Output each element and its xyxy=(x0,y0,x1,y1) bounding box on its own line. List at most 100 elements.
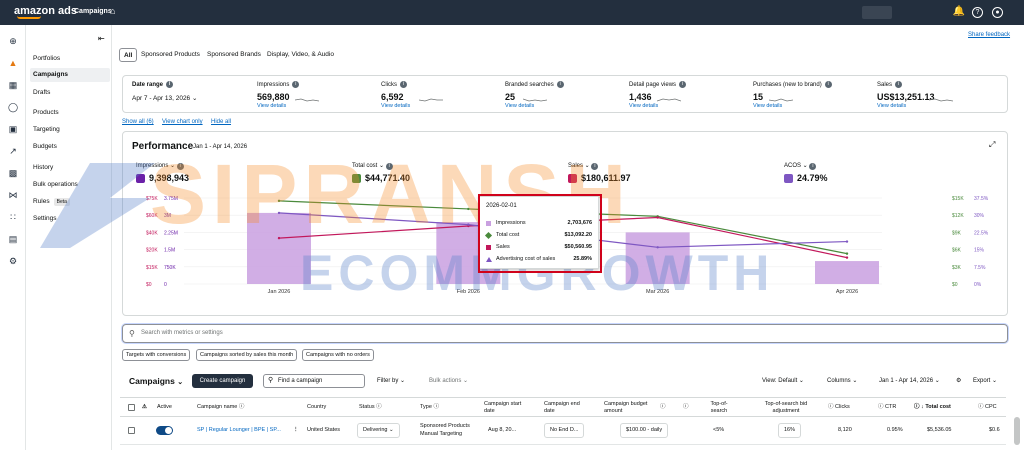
tab-sponsored-brands[interactable]: Sponsored Brands xyxy=(203,48,265,62)
settings-icon[interactable]: ⚙ xyxy=(7,255,19,267)
perf-metric-total-cost[interactable]: Total cost ⌄ i $44,771.40 xyxy=(352,162,410,184)
filter-by-dropdown[interactable]: Filter by ⌄ xyxy=(377,377,405,384)
active-toggle[interactable] xyxy=(156,426,173,435)
campaigns-title[interactable]: Campaigns ⌄ xyxy=(129,376,183,386)
header-active[interactable]: Active xyxy=(157,404,172,411)
info-icon: i xyxy=(824,81,832,88)
tab-display-video-audio[interactable]: Display, Video, & Audio xyxy=(263,48,338,62)
header-total-cost[interactable]: ⓘ ↓ Total cost xyxy=(914,404,951,411)
home-icon[interactable]: ⌂ xyxy=(110,6,115,16)
end-date-cell[interactable]: No End D... xyxy=(544,423,585,438)
total-cost-line-point xyxy=(277,199,281,203)
x-tick-label: Mar 2026 xyxy=(646,289,669,295)
expand-icon[interactable]: ⤢ xyxy=(989,140,995,150)
user-icon[interactable]: ● xyxy=(992,7,1003,18)
more-options-icon[interactable]: ⋮ xyxy=(293,427,299,433)
chart-line-icon[interactable]: ↗ xyxy=(7,145,19,157)
section-title[interactable]: Campaigns xyxy=(74,8,112,15)
header-status[interactable]: Status ⓘ xyxy=(359,404,382,411)
view-dropdown[interactable]: View: Default ⌄ xyxy=(762,377,804,384)
bar-chart-icon[interactable]: ▩ xyxy=(7,167,19,179)
nav-rules[interactable]: Rules Beta xyxy=(33,198,70,206)
nav-targeting[interactable]: Targeting xyxy=(33,126,60,133)
header-start-date[interactable]: Campaign start date xyxy=(484,401,524,415)
header-country[interactable]: Country xyxy=(307,404,326,411)
tos-cell: <5% xyxy=(713,427,725,433)
nav-portfolios[interactable]: Portfolios xyxy=(33,55,60,62)
metrics-search[interactable]: ⚲ Search with metrics or settings xyxy=(122,324,1008,343)
status-dropdown[interactable]: Delivering ⌄ xyxy=(357,423,400,438)
date-range-metric[interactable]: Date range i Apr 7 - Apr 13, 2026 ⌄ xyxy=(132,81,197,102)
nav-budgets[interactable]: Budgets xyxy=(33,143,57,150)
apps-icon[interactable]: ∷ xyxy=(7,211,19,223)
grid-icon[interactable]: ▦ xyxy=(7,79,19,91)
create-campaign-button[interactable]: Create campaign xyxy=(192,374,253,388)
view-chart-only-link[interactable]: View chart only xyxy=(162,119,203,125)
nav-bulk-operations[interactable]: Bulk operations xyxy=(33,181,78,188)
collapse-nav-icon[interactable]: ⇤ xyxy=(98,34,105,43)
columns-dropdown[interactable]: Columns ⌄ xyxy=(827,377,857,384)
show-all-link[interactable]: Show all (6) xyxy=(122,119,154,125)
briefcase-icon[interactable]: ▤ xyxy=(7,233,19,245)
info-icon: i xyxy=(400,81,407,88)
sparkline xyxy=(657,98,681,102)
row-checkbox[interactable] xyxy=(128,427,135,434)
image-icon[interactable]: ▣ xyxy=(7,123,19,135)
metric-purchases[interactable]: Purchases (new to brand) i 15 View detail… xyxy=(753,81,832,109)
tab-all[interactable]: All xyxy=(119,48,138,62)
metric-clicks[interactable]: Clicks i 6,592 View details xyxy=(381,81,443,109)
nav-products[interactable]: Products xyxy=(33,109,59,116)
date-range-dropdown[interactable]: Jan 1 - Apr 14, 2026 ⌄ xyxy=(879,377,940,384)
shield-icon[interactable]: ◯ xyxy=(7,101,19,113)
summary-metrics: Date range i Apr 7 - Apr 13, 2026 ⌄ Impre… xyxy=(122,75,1008,113)
select-all-checkbox[interactable] xyxy=(128,404,135,411)
start-date-cell[interactable]: Aug 8, 20... xyxy=(488,427,516,433)
metric-sales[interactable]: Sales i US$13,251.13 View details xyxy=(877,81,953,109)
chip-targets-with-conversions[interactable]: Targets with conversions xyxy=(122,349,191,361)
perf-metric-impressions[interactable]: Impressions ⌄ i 9,398,943 xyxy=(136,162,189,184)
nav-drafts[interactable]: Drafts xyxy=(33,89,50,96)
y-tick-label-sales: $40K xyxy=(146,230,158,236)
header-campaign-name[interactable]: Campaign name ⓘ xyxy=(197,404,244,411)
perf-metric-sales[interactable]: Sales ⌄ i $180,611.97 xyxy=(568,162,631,184)
budget-cell[interactable]: $100.00 - daily xyxy=(620,423,669,438)
tab-sponsored-products[interactable]: Sponsored Products xyxy=(137,48,204,62)
table-row[interactable]: SP | Regular Lounger | BPE | SP... ⋮ Uni… xyxy=(120,417,1006,445)
impressions-bar xyxy=(247,212,311,284)
perf-metric-acos[interactable]: ACOS ⌄ i 24.79% xyxy=(784,162,828,184)
header-top-of-search[interactable]: Top-of-search xyxy=(704,401,734,415)
header-ctr[interactable]: ⓘ CTR xyxy=(878,404,896,411)
header-type[interactable]: Type ⓘ xyxy=(420,404,439,411)
account-selector[interactable] xyxy=(862,6,892,19)
header-tos-bid[interactable]: Top-of-search bid adjustment xyxy=(756,401,816,415)
share-feedback-link[interactable]: Share feedback xyxy=(968,32,1010,38)
chip-no-orders[interactable]: Campaigns with no orders xyxy=(302,349,374,361)
gear-icon[interactable]: ⚙ xyxy=(956,377,961,384)
find-campaign-input[interactable]: ⚲ Find a campaign xyxy=(263,374,365,388)
header-budget[interactable]: Campaign budget amount xyxy=(604,401,650,415)
export-dropdown[interactable]: Export ⌄ xyxy=(973,377,997,384)
network-icon[interactable]: ⋈ xyxy=(7,189,19,201)
bulk-actions-dropdown[interactable]: Bulk actions ⌄ xyxy=(429,377,468,384)
help-icon[interactable]: ? xyxy=(972,7,983,18)
x-tick-label: Feb 2026 xyxy=(457,289,480,295)
scrollbar[interactable] xyxy=(1014,417,1020,445)
plus-icon[interactable]: ⊕ xyxy=(7,35,19,47)
nav-history[interactable]: History xyxy=(33,164,53,171)
megaphone-icon[interactable]: ▲ xyxy=(7,57,19,69)
chip-sorted-by-sales[interactable]: Campaigns sorted by sales this month xyxy=(196,349,298,361)
search-input[interactable]: Search with metrics or settings xyxy=(141,330,223,336)
metric-detail-page-views[interactable]: Detail page views i 1,436 View details xyxy=(629,81,687,109)
hide-all-link[interactable]: Hide all xyxy=(211,119,231,125)
amazon-ads-logo[interactable]: amazon ads xyxy=(14,5,77,19)
header-end-date[interactable]: Campaign end date xyxy=(544,401,584,415)
campaign-name-link[interactable]: SP | Regular Lounger | BPE | SP... xyxy=(197,427,281,433)
metric-impressions[interactable]: Impressions i 569,880 View details xyxy=(257,81,319,109)
metric-branded-searches[interactable]: Branded searches i 25 View details xyxy=(505,81,564,109)
nav-settings[interactable]: Settings xyxy=(33,215,57,222)
header-cpc[interactable]: ⓘ CPC xyxy=(978,404,997,411)
header-clicks[interactable]: ⓘ Clicks xyxy=(828,404,850,411)
bell-icon[interactable]: 🔔 xyxy=(952,5,966,19)
tos-bid-cell[interactable]: 16% xyxy=(778,423,802,438)
nav-campaigns[interactable]: Campaigns xyxy=(30,68,110,82)
